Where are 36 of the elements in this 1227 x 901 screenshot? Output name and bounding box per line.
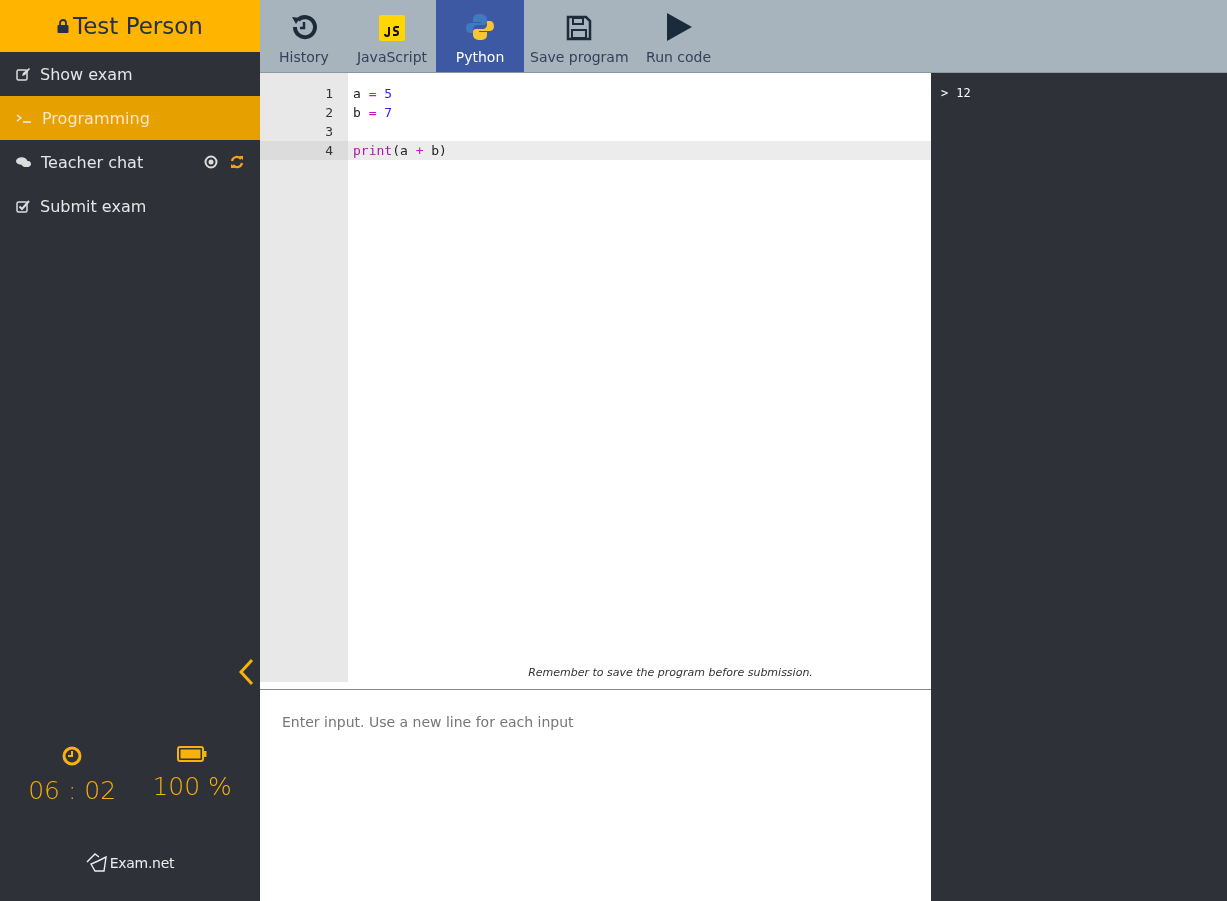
- chat-icon: [16, 156, 31, 168]
- line-number: 2: [325, 105, 333, 120]
- clock-icon: [62, 746, 83, 766]
- line-number: 4: [325, 143, 333, 158]
- js-logo-icon: [379, 15, 405, 41]
- sidebar-item[interactable]: Submit exam: [0, 184, 260, 228]
- history-icon: [290, 13, 318, 41]
- line-number: 3: [325, 124, 333, 139]
- code-line: b = 7: [353, 105, 393, 120]
- line-number: 1: [325, 86, 333, 101]
- toolbar-tab[interactable]: History: [260, 0, 348, 72]
- console-output: 12: [956, 86, 971, 100]
- user-name: Test Person: [73, 13, 203, 39]
- lock-icon: [57, 19, 70, 33]
- toolbar-tab[interactable]: Python: [436, 0, 524, 72]
- timer: 06 : 02: [28, 776, 117, 805]
- battery-icon: [177, 746, 208, 762]
- play-icon: [665, 13, 692, 41]
- edit-icon: [16, 67, 30, 81]
- python-logo-icon: [466, 13, 494, 41]
- code-line: print(a + b): [353, 143, 447, 158]
- prompt-symbol: >: [941, 86, 949, 100]
- save-reminder: Remember to save the program before submission.: [527, 666, 814, 681]
- terminal-icon: [16, 113, 32, 123]
- code-line: a = 5: [353, 86, 393, 101]
- checkbox-icon: [16, 199, 30, 213]
- save-icon: [566, 15, 593, 41]
- logo-icon: [85, 853, 108, 873]
- logo-text: Exam.net: [109, 855, 175, 871]
- sidebar-item[interactable]: Show exam: [0, 52, 260, 96]
- sidebar-item[interactable]: Teacher chat: [0, 140, 260, 184]
- toolbar-tab[interactable]: Save program: [524, 0, 635, 72]
- toolbar-tab[interactable]: JavaScript: [348, 0, 436, 72]
- battery-level: 100 %: [152, 772, 232, 801]
- toolbar-tab[interactable]: Run code: [634, 0, 723, 72]
- refresh-icon[interactable]: [230, 155, 244, 169]
